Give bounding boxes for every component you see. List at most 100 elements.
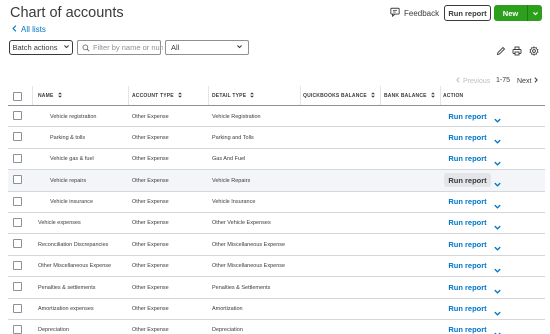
run-report-link[interactable]: Run report: [444, 109, 491, 123]
column-header-action: ACTION: [443, 93, 464, 99]
column-header-quickbooks-balance[interactable]: QUICKBOOKS BALANCE: [303, 86, 376, 106]
chevron-right-icon: [533, 77, 539, 85]
table-row: Penalties & settlements Other Expense Pena…: [8, 277, 545, 299]
account-type: Other Expense: [132, 199, 169, 206]
row-checkbox[interactable]: [13, 303, 22, 313]
all-lists-link[interactable]: All lists: [11, 25, 46, 34]
feedback-label: Feedback: [404, 8, 440, 18]
table-row: Vehicle gas & fuel Other Expense Gas And F…: [8, 149, 545, 171]
detail-type: Gas And Fuel: [212, 156, 246, 163]
row-checkbox[interactable]: [13, 282, 22, 292]
row-checkbox[interactable]: [13, 153, 22, 163]
detail-type: Vehicle Registration: [212, 113, 261, 120]
pagination-previous: Previous: [455, 77, 490, 85]
detail-type: Penalties & Settlements: [212, 284, 271, 291]
search-field[interactable]: [77, 39, 163, 57]
account-name: Parking & tolls: [50, 134, 86, 141]
sort-icon: [249, 92, 255, 100]
column-header-bank-balance[interactable]: BANK BALANCE: [384, 86, 436, 106]
row-checkbox[interactable]: [13, 111, 22, 120]
detail-type: Vehicle Repairs: [212, 177, 251, 184]
chevron-down-icon[interactable]: [493, 133, 502, 145]
chevron-down-icon[interactable]: [493, 155, 502, 166]
run-report-link[interactable]: Run report: [444, 323, 491, 334]
chevron-left-icon: [11, 25, 18, 34]
feedback-icon: [390, 7, 400, 19]
run-report-link[interactable]: Run report: [444, 195, 491, 209]
chevron-down-icon[interactable]: [493, 262, 502, 273]
chevron-down-icon[interactable]: [493, 283, 502, 294]
accounts-table: NAME ACCOUNT TYPE DETAIL TYPE QUICKBOOKS…: [8, 86, 545, 334]
chevron-down-icon[interactable]: [493, 176, 502, 187]
run-report-link[interactable]: Run report: [444, 130, 491, 144]
chevron-down-icon: [63, 43, 70, 52]
chevron-down-icon[interactable]: [493, 219, 502, 230]
account-filter-select[interactable]: All: [165, 40, 249, 55]
chevron-down-icon[interactable]: [493, 326, 502, 334]
run-report-link[interactable]: Run report: [444, 259, 491, 273]
run-report-link[interactable]: Run report: [444, 152, 491, 166]
account-type: Other Expense: [132, 284, 169, 291]
feedback-button[interactable]: Feedback: [390, 7, 439, 19]
print-icon[interactable]: [512, 43, 522, 56]
sort-icon: [370, 92, 376, 100]
run-report-link[interactable]: Run report: [444, 173, 491, 188]
account-type: Other Expense: [132, 177, 169, 184]
table-row: Depreciation Other Expense Depreciation Run…: [8, 320, 545, 334]
next-label: Next: [517, 77, 532, 85]
detail-type: Parking and Tolls: [212, 134, 254, 141]
table-row: Vehicle repairs Other Expense Vehicle Repa…: [8, 170, 545, 192]
account-type: Other Expense: [132, 113, 169, 120]
detail-type: Other Miscellaneous Expense: [212, 263, 286, 270]
row-checkbox[interactable]: [13, 132, 22, 142]
run-report-link[interactable]: Run report: [444, 280, 491, 294]
run-report-button[interactable]: Run report: [444, 5, 491, 21]
account-name: Vehicle repairs: [50, 177, 87, 184]
pagination-next[interactable]: Next: [517, 77, 539, 85]
settings-icon[interactable]: [529, 43, 539, 56]
column-header-account-type[interactable]: ACCOUNT TYPE: [132, 86, 183, 106]
chevron-down-icon[interactable]: [493, 305, 502, 316]
search-icon: [82, 39, 90, 57]
row-checkbox[interactable]: [13, 239, 22, 249]
chevron-down-icon[interactable]: [527, 5, 542, 21]
previous-label: Previous: [463, 77, 491, 85]
account-name: Vehicle expenses: [38, 220, 81, 227]
account-name: Reconciliation Discrepancies: [38, 241, 109, 248]
account-type: Other Expense: [132, 327, 169, 334]
run-report-link[interactable]: Run report: [444, 302, 491, 316]
row-checkbox[interactable]: [13, 217, 22, 227]
row-checkbox[interactable]: [13, 175, 22, 185]
chevron-down-icon[interactable]: [493, 112, 502, 123]
sort-icon: [430, 92, 436, 100]
row-checkbox[interactable]: [13, 196, 22, 206]
account-name: Amortization expenses: [38, 306, 94, 313]
chevron-down-icon[interactable]: [493, 240, 502, 252]
pagination-range: 1-75: [496, 77, 511, 84]
select-all-checkbox[interactable]: [13, 92, 22, 101]
row-checkbox[interactable]: [13, 260, 22, 270]
chevron-down-icon: [236, 43, 243, 52]
edit-icon[interactable]: [496, 43, 506, 56]
detail-type: Other Vehicle Expenses: [212, 220, 271, 227]
account-name: Vehicle insurance: [50, 199, 94, 206]
table-row: Other Miscellaneous Expense Other Expense…: [8, 256, 545, 278]
column-header-detail-type[interactable]: DETAIL TYPE: [212, 86, 255, 106]
new-label[interactable]: New: [494, 5, 527, 21]
table-row: Reconciliation Discrepancies Other Expens…: [8, 234, 545, 256]
row-checkbox[interactable]: [13, 324, 22, 334]
batch-actions-dropdown[interactable]: Batch actions: [9, 40, 73, 55]
table-row: Amortization expenses Other Expense Amorti…: [8, 299, 545, 320]
search-input[interactable]: [93, 43, 163, 52]
chevron-down-icon[interactable]: [493, 198, 502, 209]
chevron-left-icon: [455, 77, 461, 85]
detail-type: Other Miscellaneous Expense: [212, 241, 286, 248]
account-name: Depreciation: [38, 327, 69, 334]
run-report-link[interactable]: Run report: [444, 216, 491, 230]
column-header-name[interactable]: NAME: [38, 86, 63, 106]
table-row: Parking & tolls Other Expense Parking and …: [8, 127, 545, 149]
run-report-link[interactable]: Run report: [444, 237, 491, 251]
account-name: Penalties & settlements: [38, 284, 96, 291]
new-button[interactable]: New: [494, 5, 542, 21]
batch-actions-label: Batch actions: [12, 43, 58, 52]
